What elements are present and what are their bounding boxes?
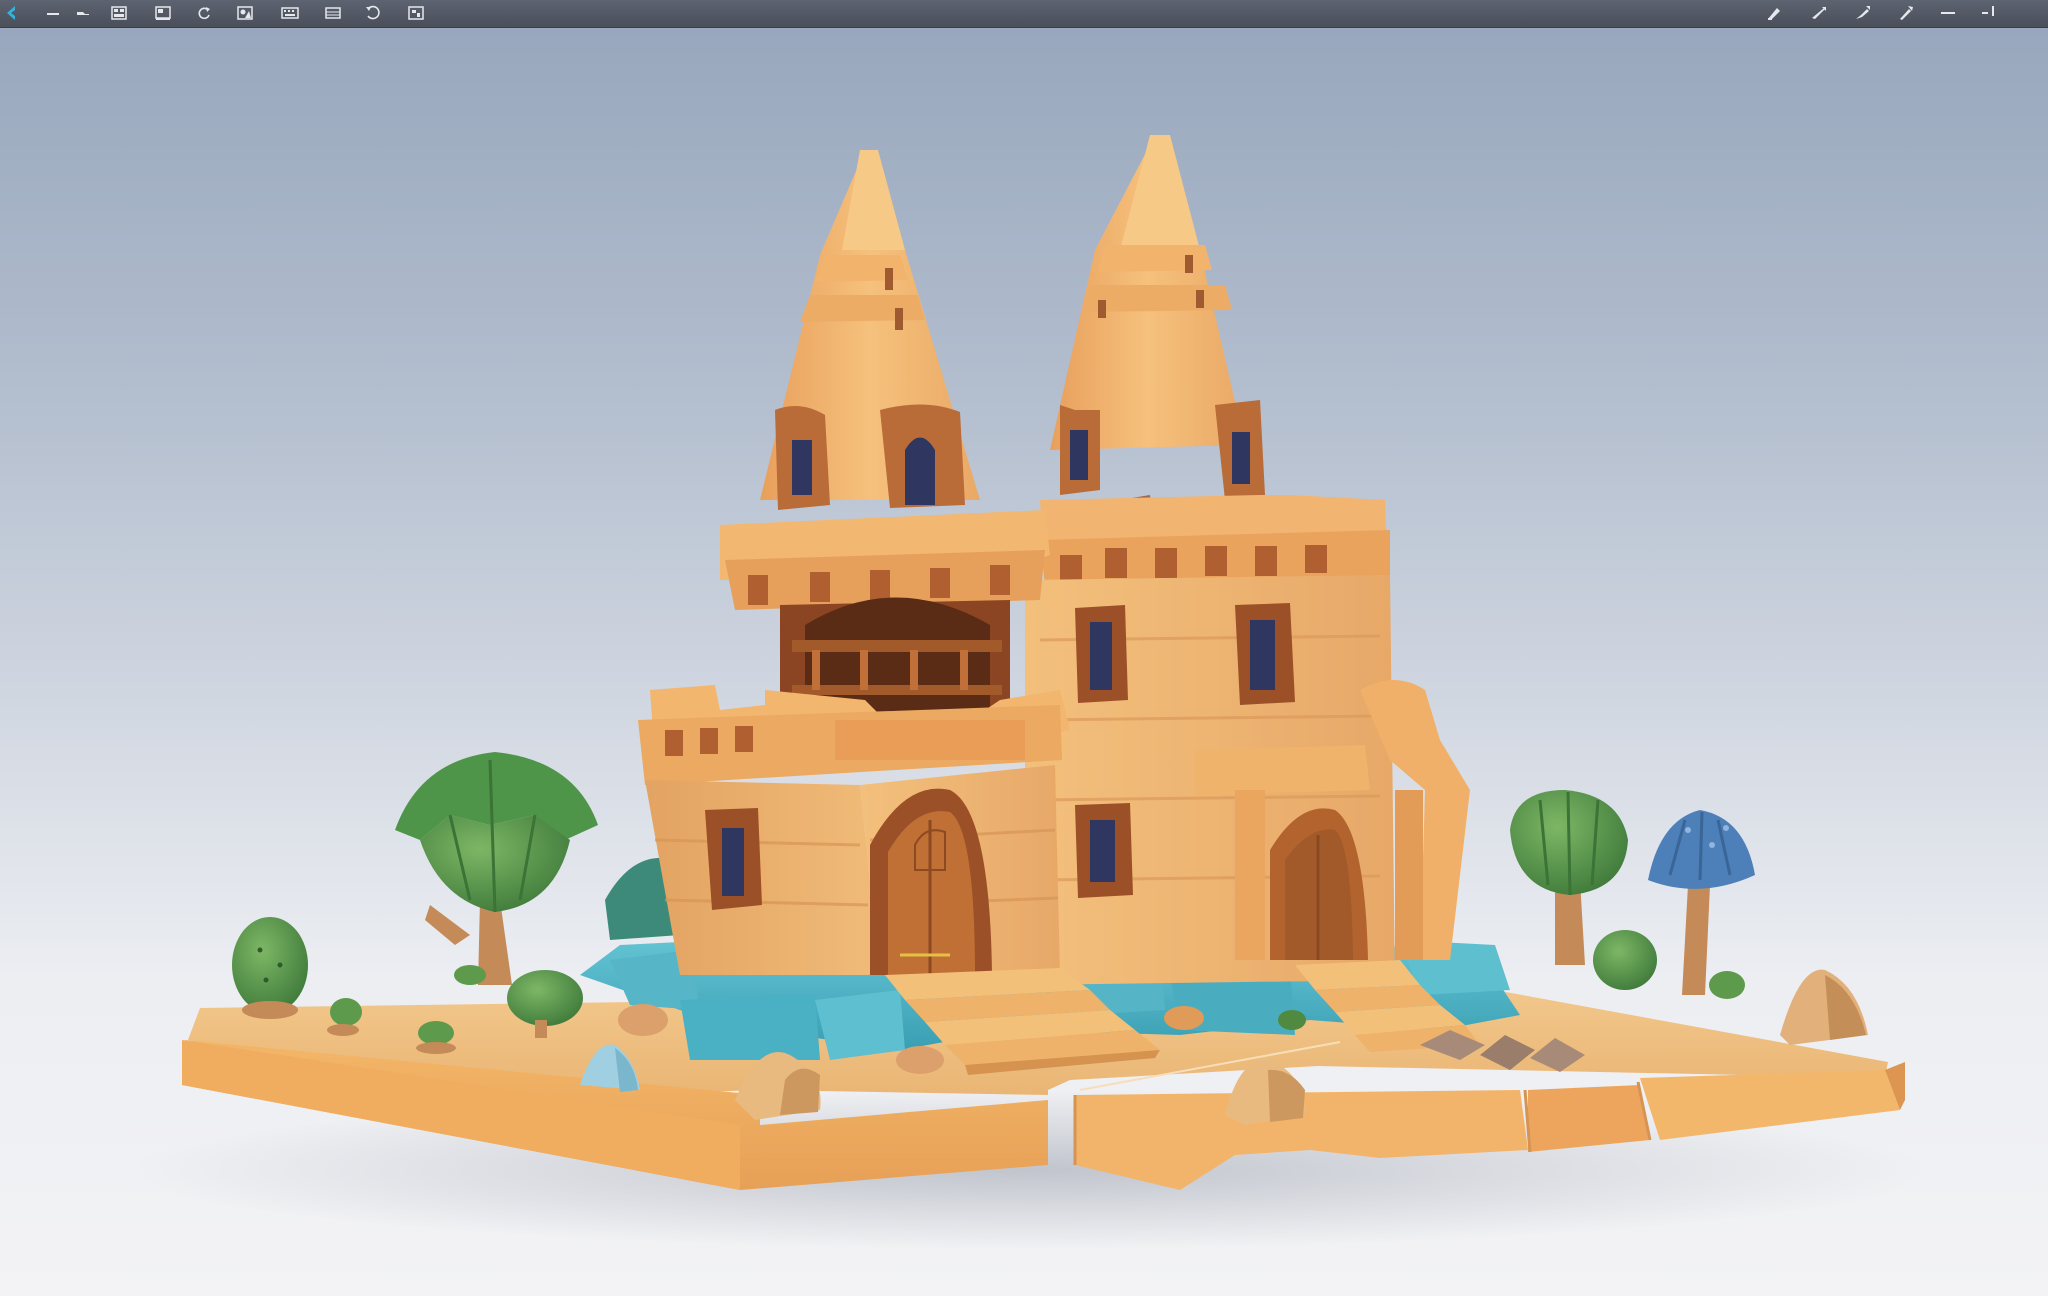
mushroom-tree-blue <box>1648 810 1755 995</box>
app-toolbar <box>0 0 2048 28</box>
pin-icon[interactable] <box>1976 2 2002 24</box>
3d-viewport[interactable] <box>0 28 2048 1296</box>
keyboard-icon[interactable] <box>277 2 303 24</box>
castle-right-tower <box>1025 135 1470 985</box>
draw-tool-icon[interactable] <box>1850 2 1876 24</box>
castle-left-tower <box>720 150 1050 725</box>
bush-front-left <box>232 917 308 1019</box>
move-tool-icon[interactable] <box>1762 2 1788 24</box>
castle-scene-render <box>130 135 1930 1250</box>
layout-split-icon[interactable] <box>150 2 176 24</box>
rotate-view-icon[interactable] <box>360 2 386 24</box>
refresh-icon[interactable] <box>191 2 217 24</box>
layout-grid-icon[interactable] <box>106 2 132 24</box>
castle-left-keep <box>638 685 1070 975</box>
pen-tool-icon[interactable] <box>1893 2 1919 24</box>
bush-right <box>1593 930 1745 999</box>
app-logo-icon[interactable] <box>0 2 26 24</box>
render-icon[interactable] <box>232 2 258 24</box>
tree-left-palm <box>395 752 598 985</box>
collapse-panel-icon[interactable] <box>70 2 96 24</box>
minimize-panel-icon[interactable] <box>40 2 66 24</box>
cube-3d-icon[interactable] <box>403 2 429 24</box>
minimize-window-icon[interactable] <box>1935 2 1961 24</box>
select-tool-icon[interactable] <box>1806 2 1832 24</box>
film-strip-icon[interactable] <box>320 2 346 24</box>
